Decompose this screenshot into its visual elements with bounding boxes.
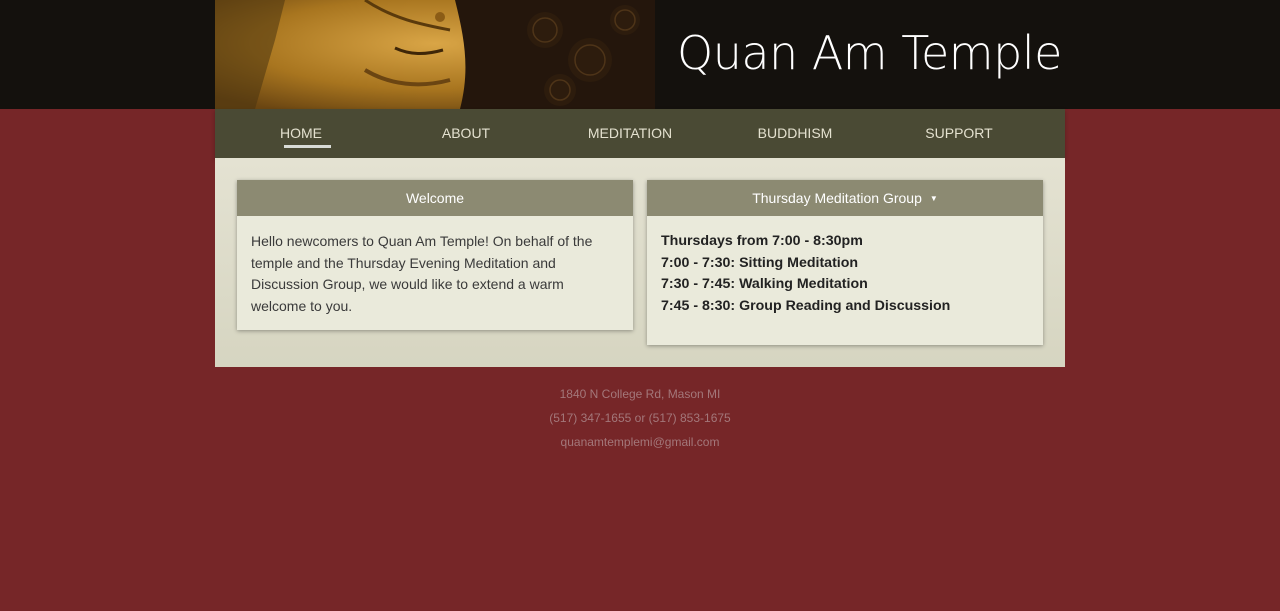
nav-item-support[interactable]: SUPPORT [879,109,1039,158]
site-header: Quan Am Temple [215,0,1065,109]
nav-item-buddhism[interactable]: BUDDHISM [715,109,875,158]
active-indicator [284,145,331,148]
nav-item-label: ABOUT [441,125,491,141]
nav-item-meditation[interactable]: MEDITATION [550,109,710,158]
footer: 1840 N College Rd, Mason MI (517) 347-16… [0,385,1280,457]
site-title: Quan Am Temple [677,26,1062,80]
thursday-card: Thursday Meditation Group ▼ Thursdays fro… [647,180,1043,345]
nav-item-home[interactable]: HOME [221,109,381,158]
schedule-list: Thursdays from 7:00 - 8:30pm 7:00 - 7:30… [647,216,1043,331]
footer-email[interactable]: quanamtemplemi@gmail.com [0,433,1280,457]
welcome-card: Welcome Hello newcomers to Quan Am Templ… [237,180,633,330]
thursday-card-header[interactable]: Thursday Meditation Group ▼ [647,180,1043,216]
nav-item-label: SUPPORT [925,125,993,141]
footer-address: 1840 N College Rd, Mason MI [559,387,721,401]
thursday-card-title: Thursday Meditation Group [752,190,922,206]
welcome-card-body: Hello newcomers to Quan Am Temple! On be… [251,233,593,314]
footer-phones: (517) 347-1655 or (517) 853-1675 [549,411,731,425]
welcome-card-title: Welcome [237,180,633,216]
nav-item-label: MEDITATION [587,125,673,141]
content-area: Welcome Hello newcomers to Quan Am Templ… [215,158,1065,367]
schedule-line: 7:30 - 7:45: Walking Meditation [661,276,868,292]
schedule-line: 7:45 - 8:30: Group Reading and Discussio… [661,297,951,314]
nav-item-label: HOME [280,125,322,141]
triangle-down-icon: ▼ [929,194,938,203]
main-nav: HOME ABOUT MEDITATION BUDDHISM SUPPORT [215,109,1065,158]
schedule-line: 7:00 - 7:30: Sitting Meditation [661,254,859,271]
nav-item-about[interactable]: ABOUT [386,109,546,158]
schedule-line: Thursdays from 7:00 - 8:30pm [661,233,863,249]
nav-item-label: BUDDHISM [757,125,833,141]
buddha-face-image [215,0,655,109]
